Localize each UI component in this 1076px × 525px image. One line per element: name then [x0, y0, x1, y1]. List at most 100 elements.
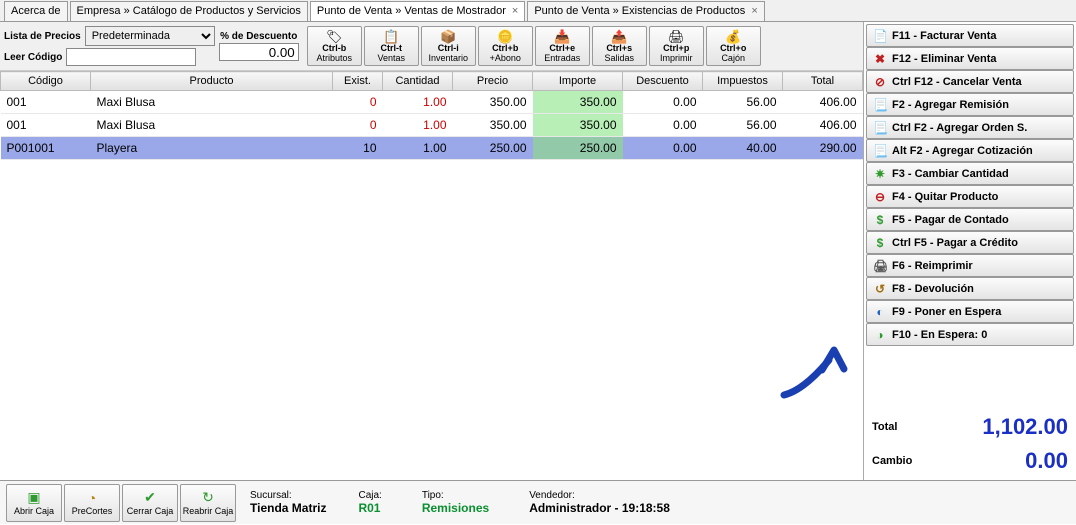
action-icon: ✖	[873, 52, 887, 66]
discount-label: % de Descuento	[220, 31, 297, 42]
statusbar-icon: ◔	[88, 490, 96, 506]
action-icon: ⊖	[873, 190, 887, 204]
tab-close-icon[interactable]: ×	[512, 5, 518, 17]
tipo-label: Tipo:	[422, 490, 489, 501]
col-header[interactable]: Importe	[533, 72, 623, 91]
discount-input[interactable]	[219, 43, 299, 61]
toolbar-icon: 📥	[554, 30, 570, 43]
action-btn[interactable]: 📃 F2 - Agregar Remisión	[866, 93, 1074, 116]
action-label: F4 - Quitar Producto	[892, 191, 998, 203]
col-header[interactable]: Exist.	[333, 72, 383, 91]
action-label: Ctrl F12 - Cancelar Venta	[892, 76, 1022, 88]
total-label: Total	[872, 421, 897, 433]
tab-2[interactable]: Punto de Venta » Existencias de Producto…	[527, 1, 764, 21]
action-label: Ctrl F5 - Pagar a Crédito	[892, 237, 1018, 249]
action-btn[interactable]: $ F5 - Pagar de Contado	[866, 208, 1074, 231]
toolbar-btn-entradas[interactable]: 📥Ctrl+eEntradas	[535, 26, 590, 66]
action-icon: ↺	[873, 282, 887, 296]
action-icon: 📃	[873, 144, 887, 158]
action-btn[interactable]: ↺ F8 - Devolución	[866, 277, 1074, 300]
action-btn[interactable]: ⊘ Ctrl F12 - Cancelar Venta	[866, 70, 1074, 93]
action-label: F11 - Facturar Venta	[892, 30, 997, 42]
toolbar-btn-cajón[interactable]: 💰Ctrl+oCajón	[706, 26, 761, 66]
statusbar-btn[interactable]: ▣Abrir Caja	[6, 484, 62, 522]
toolbar-icon: 📋	[383, 30, 399, 43]
tab-0[interactable]: Empresa » Catálogo de Productos y Servic…	[70, 1, 308, 21]
read-code-input[interactable]	[66, 48, 196, 66]
statusbar-btn[interactable]: ✔Cerrar Caja	[122, 484, 178, 522]
action-btn[interactable]: $ Ctrl F5 - Pagar a Crédito	[866, 231, 1074, 254]
action-label: F12 - Eliminar Venta	[892, 53, 997, 65]
toolbar-btn-ventas[interactable]: 📋Ctrl-tVentas	[364, 26, 419, 66]
statusbar-btn[interactable]: ◔PreCortes	[64, 484, 120, 522]
action-btn[interactable]: ⊖ F4 - Quitar Producto	[866, 185, 1074, 208]
cambio-value: 0.00	[1025, 448, 1068, 474]
tipo-value: Remisiones	[422, 501, 489, 515]
action-btn[interactable]: ✷ F3 - Cambiar Cantidad	[866, 162, 1074, 185]
price-list-label: Lista de Precios	[4, 31, 81, 42]
total-value: 1,102.00	[982, 414, 1068, 440]
tab-close-icon[interactable]: ×	[751, 5, 757, 17]
toolbar-btn-imprimir[interactable]: 🖨Ctrl+pImprimir	[649, 26, 704, 66]
caja-value: R01	[358, 501, 381, 515]
action-label: F5 - Pagar de Contado	[892, 214, 1009, 226]
toolbar-icon: 🏷	[326, 30, 343, 43]
action-btn[interactable]: 📃 Ctrl F2 - Agregar Orden S.	[866, 116, 1074, 139]
action-label: F8 - Devolución	[892, 283, 974, 295]
table-row[interactable]: 001Maxi Blusa01.00350.00350.000.0056.004…	[1, 91, 863, 114]
statusbar-icon: ✔	[144, 489, 156, 506]
action-icon: ✷	[873, 167, 887, 181]
action-icon: 📃	[873, 98, 887, 112]
action-icon: ◑	[873, 328, 887, 342]
caja-label: Caja:	[358, 490, 381, 501]
action-label: F2 - Agregar Remisión	[892, 99, 1009, 111]
action-icon: 📄	[873, 29, 887, 43]
sucursal-label: Sucursal:	[250, 490, 326, 501]
table-row[interactable]: 001Maxi Blusa01.00350.00350.000.0056.004…	[1, 114, 863, 137]
action-icon: 🖨	[873, 259, 887, 273]
read-code-label: Leer Código	[4, 52, 62, 63]
table-row[interactable]: P001001Playera101.00250.00250.000.0040.0…	[1, 137, 863, 160]
action-label: F3 - Cambiar Cantidad	[892, 168, 1009, 180]
vendedor-value: Administrador - 19:18:58	[529, 501, 670, 515]
action-btn[interactable]: 📃Alt F2 - Agregar Cotización	[866, 139, 1074, 162]
toolbar-icon: 🖨	[668, 30, 685, 43]
action-btn[interactable]: 📄 F11 - Facturar Venta	[866, 24, 1074, 47]
toolbar-icon: 📤	[611, 30, 627, 43]
action-btn[interactable]: 🖨F6 - Reimprimir	[866, 254, 1074, 277]
toolbar-btn-atributos[interactable]: 🏷Ctrl-bAtributos	[307, 26, 362, 66]
toolbar-btn-+abono[interactable]: 🪙Ctrl+b+Abono	[478, 26, 533, 66]
col-header[interactable]: Código	[1, 72, 91, 91]
action-icon: ◐	[873, 305, 887, 319]
col-header[interactable]: Total	[783, 72, 863, 91]
action-icon: $	[873, 236, 887, 250]
col-header[interactable]: Impuestos	[703, 72, 783, 91]
statusbar-icon: ↻	[202, 489, 214, 506]
action-icon: $	[873, 213, 887, 227]
config-row: Lista de Precios Predeterminada Leer Cód…	[0, 22, 863, 71]
action-icon: 📃	[873, 121, 887, 135]
toolbar-btn-inventario[interactable]: 📦Ctrl-iInventario	[421, 26, 476, 66]
col-header[interactable]: Precio	[453, 72, 533, 91]
price-list-select[interactable]: Predeterminada	[85, 26, 215, 46]
col-header[interactable]: Cantidad	[383, 72, 453, 91]
action-btn[interactable]: ✖ F12 - Eliminar Venta	[866, 47, 1074, 70]
toolbar-icon: 📦	[440, 30, 456, 43]
tab-1[interactable]: Punto de Venta » Ventas de Mostrador×	[310, 1, 525, 21]
sales-grid[interactable]: CódigoProductoExist.CantidadPrecioImport…	[0, 71, 863, 480]
toolbar-icon: 🪙	[497, 30, 513, 43]
toolbar-icon: 💰	[725, 30, 741, 43]
col-header[interactable]: Producto	[91, 72, 333, 91]
action-label: F9 - Poner en Espera	[892, 306, 1001, 318]
action-label: Ctrl F2 - Agregar Orden S.	[892, 122, 1027, 134]
col-header[interactable]: Descuento	[623, 72, 703, 91]
sucursal-value: Tienda Matriz	[250, 501, 326, 515]
action-label: F10 - En Espera: 0	[892, 329, 987, 341]
statusbar-btn[interactable]: ↻Reabrir Caja	[180, 484, 236, 522]
action-icon: ⊘	[873, 75, 887, 89]
action-btn[interactable]: ◑ F10 - En Espera: 0	[866, 323, 1074, 346]
vendedor-label: Vendedor:	[529, 490, 670, 501]
menu-acerca[interactable]: Acerca de	[4, 1, 68, 21]
toolbar-btn-salidas[interactable]: 📤Ctrl+sSalidas	[592, 26, 647, 66]
action-btn[interactable]: ◐ F9 - Poner en Espera	[866, 300, 1074, 323]
